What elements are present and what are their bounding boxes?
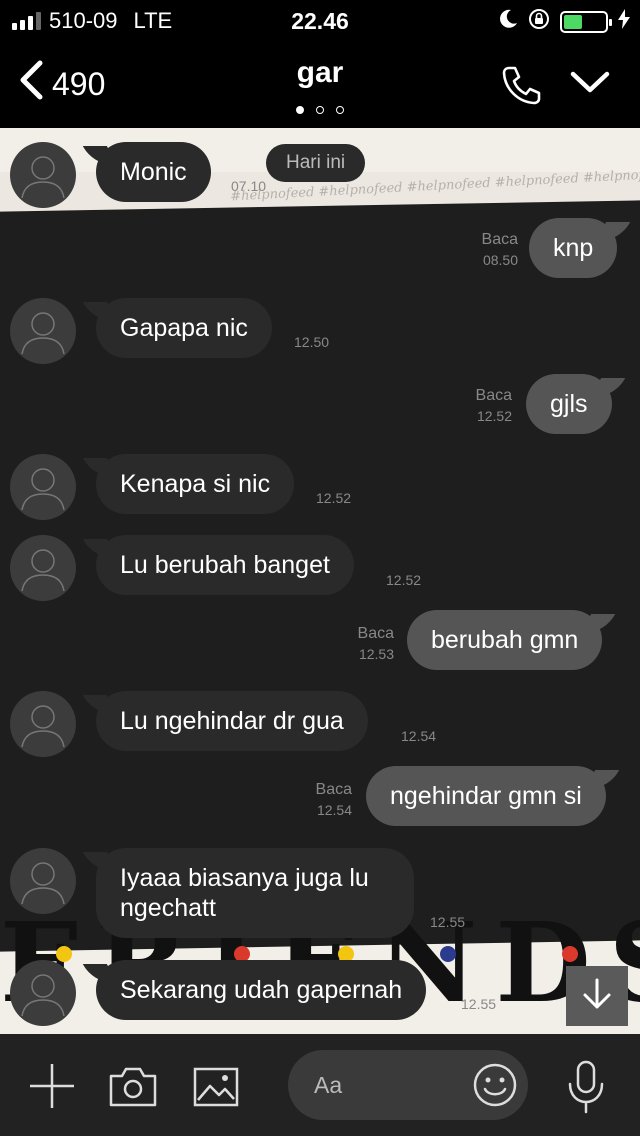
avatar[interactable] (10, 848, 76, 914)
message-bubble-incoming[interactable]: Lu berubah banget (96, 535, 354, 595)
status-bar: 510-09 LTE 22.46 (0, 0, 640, 40)
date-separator: Hari ini (266, 144, 366, 182)
rotation-lock-icon (528, 8, 550, 35)
message-time: 12.54 (316, 802, 352, 818)
message-time: 12.52 (316, 490, 352, 506)
phone-icon[interactable] (500, 64, 542, 111)
message-time: 12.50 (294, 334, 330, 350)
camera-icon[interactable] (108, 1066, 158, 1113)
read-receipt: Baca 12.52 (456, 386, 512, 426)
avatar[interactable] (10, 142, 76, 208)
avatar[interactable] (10, 535, 76, 601)
message-time: 08.50 (482, 252, 518, 268)
scroll-to-bottom-button[interactable] (566, 966, 628, 1026)
wallpaper-dot (56, 946, 72, 962)
charging-icon (618, 9, 630, 34)
message-field[interactable] (288, 1050, 528, 1120)
message-bubble-incoming[interactable]: Gapapa nic (96, 298, 272, 358)
message-bubble-outgoing[interactable]: gjls (526, 374, 612, 434)
read-receipt: Baca 12.54 (296, 780, 352, 820)
status-right (500, 8, 630, 35)
message-time: 12.55 (461, 996, 497, 1012)
arrow-down-icon (581, 977, 613, 1016)
message-time: 12.52 (386, 572, 422, 588)
moon-icon (500, 9, 518, 34)
message-bubble-incoming[interactable]: Monic (96, 142, 211, 202)
message-time: 12.52 (476, 408, 512, 424)
avatar[interactable] (10, 960, 76, 1026)
avatar[interactable] (10, 691, 76, 757)
message-bubble-incoming[interactable]: Sekarang udah gapernah (96, 960, 427, 1020)
read-label: Baca (481, 231, 518, 248)
message-bubble-outgoing[interactable]: ngehindar gmn si (366, 766, 606, 826)
emoji-icon[interactable] (472, 1062, 518, 1113)
read-receipt: Baca 12.53 (338, 624, 394, 664)
chat-header: 490 gar (0, 40, 640, 128)
message-time: 12.53 (358, 646, 394, 662)
read-receipt: Baca 08.50 (462, 230, 518, 270)
message-bubble-outgoing[interactable]: knp (529, 218, 618, 278)
message-time: 12.54 (401, 728, 437, 744)
page-dot (336, 106, 344, 114)
page-dot (316, 106, 324, 114)
message-bubble-incoming[interactable]: Iyaaa biasanya juga lu ngechatt (96, 848, 414, 938)
avatar[interactable] (10, 298, 76, 364)
chevron-down-icon[interactable] (570, 68, 610, 103)
wallpaper-dot (440, 946, 456, 962)
microphone-icon[interactable] (566, 1060, 606, 1119)
message-time: 12.55 (430, 914, 466, 930)
battery-icon (560, 10, 612, 33)
read-label: Baca (357, 625, 394, 642)
image-icon[interactable] (192, 1066, 240, 1113)
read-label: Baca (475, 387, 512, 404)
message-time: 07.10 (231, 178, 267, 194)
input-bar (0, 1034, 640, 1136)
message-bubble-incoming[interactable]: Lu ngehindar dr gua (96, 691, 368, 751)
plus-icon[interactable] (28, 1062, 76, 1115)
read-label: Baca (315, 781, 352, 798)
wallpaper-dot (562, 946, 578, 962)
message-bubble-incoming[interactable]: Kenapa si nic (96, 454, 295, 514)
page-dot (296, 106, 304, 114)
avatar[interactable] (10, 454, 76, 520)
chat-area[interactable]: #helpnofeed #helpnofeed #helpnofeed #hel… (0, 128, 640, 1034)
chat-title[interactable]: gar (0, 56, 640, 90)
message-bubble-outgoing[interactable]: berubah gmn (407, 610, 603, 670)
message-input[interactable] (314, 1050, 464, 1120)
page-indicator (0, 106, 640, 114)
